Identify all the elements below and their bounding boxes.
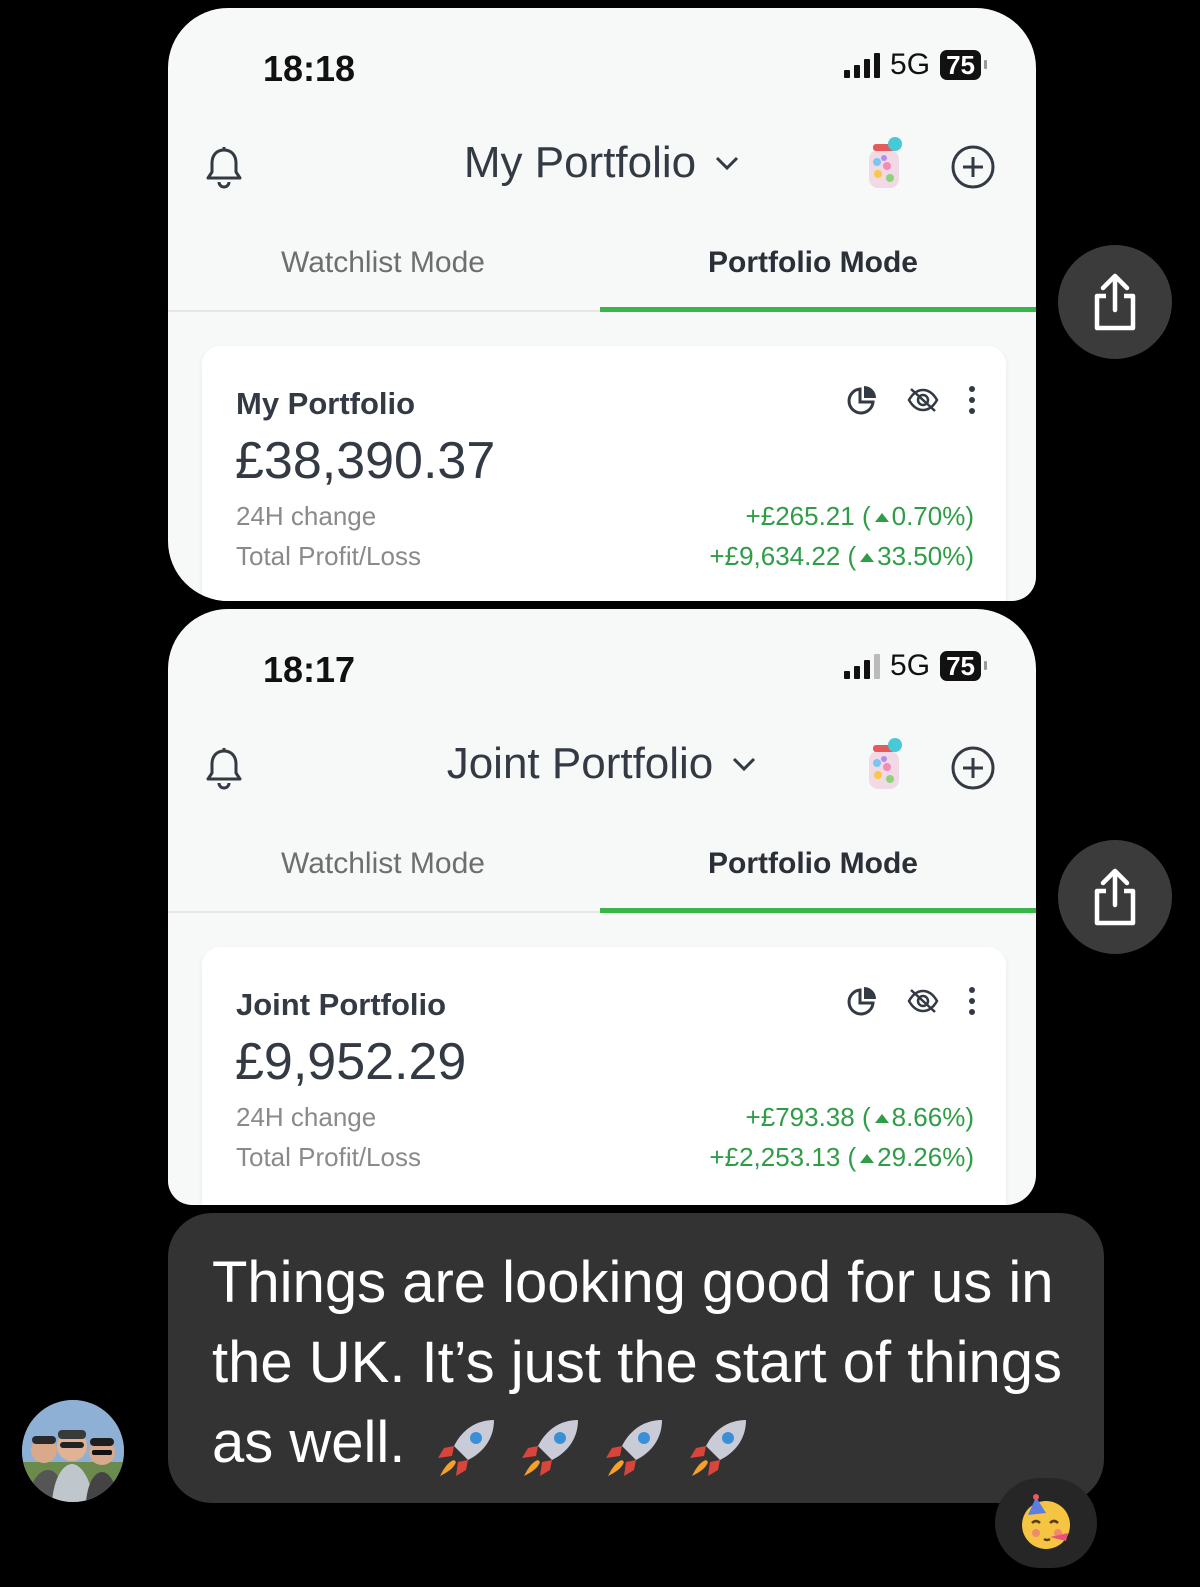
message-text: Things are looking good for us in the UK… — [212, 1243, 1082, 1483]
change-value: +£265.21 (0.70%) — [745, 501, 974, 531]
active-tab-indicator — [600, 307, 1036, 312]
profit-loss-label: Total Profit/Loss — [236, 541, 421, 571]
active-tab-indicator — [600, 908, 1036, 913]
change-label: 24H change — [236, 1102, 377, 1132]
portfolio-value: £38,390.37 — [235, 432, 496, 490]
candy-jar-icon[interactable] — [863, 136, 905, 197]
mode-tabs: Watchlist Mode Portfolio Mode — [168, 837, 1036, 913]
portfolio-screenshot-2: 18:17 5G 75 Joint Portfolio Watchlist Mo… — [168, 609, 1036, 1205]
portfolio-card[interactable]: My Portfolio £38,390.37 24H change +£265… — [202, 346, 1006, 601]
rocket-icon — [605, 1419, 662, 1476]
tab-portfolio-mode[interactable]: Portfolio Mode — [598, 246, 1028, 280]
portfolio-selector[interactable]: Joint Portfolio — [447, 739, 758, 789]
profit-loss-value: +£9,634.22 (33.50%) — [709, 541, 974, 571]
share-button[interactable] — [1058, 245, 1172, 359]
up-arrow-icon — [860, 553, 875, 562]
signal-icon — [844, 52, 881, 78]
candy-jar-icon[interactable] — [863, 737, 905, 798]
eye-off-icon[interactable] — [906, 987, 940, 1015]
status-time: 18:17 — [263, 649, 356, 690]
portfolio-card[interactable]: Joint Portfolio £9,952.29 24H change +£7… — [202, 947, 1006, 1205]
status-bar: 5G 75 — [844, 649, 987, 683]
change-value: +£793.38 (8.66%) — [745, 1102, 974, 1132]
rocket-emojis — [432, 1412, 754, 1482]
portfolio-selector[interactable]: My Portfolio — [464, 138, 740, 188]
change-label: 24H change — [236, 501, 377, 531]
tab-watchlist-mode[interactable]: Watchlist Mode — [168, 246, 598, 280]
mode-tabs: Watchlist Mode Portfolio Mode — [168, 236, 1036, 312]
reaction-badge[interactable] — [995, 1478, 1097, 1568]
eye-off-icon[interactable] — [906, 386, 940, 414]
share-icon — [1094, 273, 1136, 331]
chevron-down-icon — [716, 156, 739, 171]
more-options-icon[interactable] — [968, 986, 976, 1016]
network-label: 5G — [890, 48, 931, 81]
signal-icon — [844, 653, 881, 679]
status-bar: 5G 75 — [844, 48, 987, 82]
share-button[interactable] — [1058, 840, 1172, 954]
chevron-down-icon — [733, 757, 756, 772]
card-portfolio-name: My Portfolio — [236, 386, 416, 421]
network-label: 5G — [890, 649, 931, 682]
more-options-icon[interactable] — [968, 385, 976, 415]
up-arrow-icon — [874, 1114, 889, 1123]
rocket-icon — [521, 1419, 578, 1476]
portfolio-title: My Portfolio — [463, 138, 697, 187]
add-icon[interactable] — [950, 144, 996, 195]
pie-chart-icon[interactable] — [846, 985, 878, 1017]
battery-icon: 75 — [940, 50, 987, 80]
avatar[interactable] — [22, 1400, 124, 1502]
battery-icon: 75 — [940, 651, 987, 681]
tab-portfolio-mode[interactable]: Portfolio Mode — [598, 847, 1028, 881]
tab-watchlist-mode[interactable]: Watchlist Mode — [168, 847, 598, 881]
portfolio-screenshot-1: 18:18 5G 75 My Portfolio Watchlist Mode … — [168, 8, 1036, 601]
portfolio-title: Joint Portfolio — [446, 739, 714, 788]
share-icon — [1094, 868, 1136, 926]
status-time: 18:18 — [263, 48, 356, 89]
portfolio-value: £9,952.29 — [235, 1033, 467, 1091]
rocket-icon — [437, 1419, 494, 1476]
pie-chart-icon[interactable] — [846, 384, 878, 416]
message-bubble[interactable]: Things are looking good for us in the UK… — [168, 1213, 1104, 1503]
up-arrow-icon — [860, 1154, 875, 1163]
rocket-icon — [689, 1419, 746, 1476]
add-icon[interactable] — [950, 745, 996, 796]
profit-loss-value: +£2,253.13 (29.26%) — [709, 1142, 974, 1172]
profit-loss-label: Total Profit/Loss — [236, 1142, 421, 1172]
card-portfolio-name: Joint Portfolio — [236, 987, 447, 1022]
partying-face-icon — [1022, 1494, 1070, 1549]
up-arrow-icon — [874, 513, 889, 522]
